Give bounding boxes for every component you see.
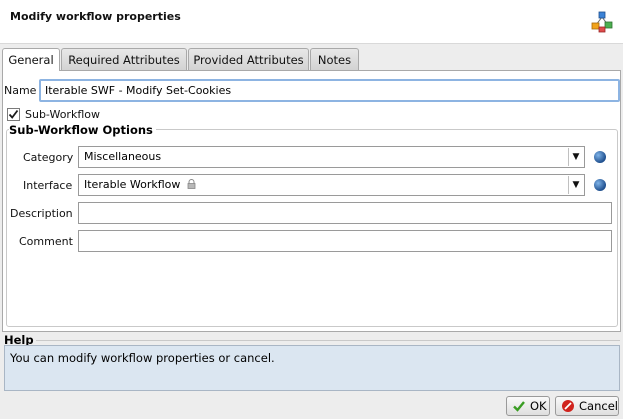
chevron-down-icon[interactable]: ▼	[568, 148, 583, 166]
help-box: You can modify workflow properties or ca…	[4, 345, 620, 391]
ok-button[interactable]: OK	[506, 396, 550, 416]
category-select[interactable]: Miscellaneous ▼	[78, 146, 585, 168]
chevron-down-icon[interactable]: ▼	[568, 176, 583, 194]
name-field[interactable]: Iterable SWF - Modify Set-Cookies	[39, 79, 620, 102]
category-browse-globe-icon[interactable]	[594, 151, 606, 163]
dialog-title: Modify workflow properties	[10, 10, 181, 23]
ok-label: OK	[530, 399, 547, 413]
tab-general[interactable]: General	[2, 48, 60, 71]
interface-value: Iterable Workflow	[84, 178, 196, 191]
checkmark-icon	[8, 109, 19, 119]
help-text: You can modify workflow properties or ca…	[10, 351, 275, 365]
interface-browse-globe-icon[interactable]	[594, 179, 606, 191]
subworkflow-options-title: Sub-Workflow Options	[9, 123, 156, 137]
description-field[interactable]	[78, 202, 612, 224]
cancel-icon	[561, 399, 575, 413]
name-label: Name	[4, 84, 37, 97]
dialog-title-bar: Modify workflow properties	[0, 0, 623, 44]
workflow-diagram-icon	[591, 11, 613, 33]
interface-select[interactable]: Iterable Workflow ▼	[78, 174, 585, 196]
checkmark-icon	[512, 399, 526, 413]
cancel-button[interactable]: Cancel	[555, 396, 619, 416]
category-value: Miscellaneous	[84, 150, 162, 163]
cancel-label: Cancel	[579, 399, 618, 413]
subworkflow-label: Sub-Workflow	[25, 108, 100, 121]
comment-label: Comment	[19, 235, 73, 248]
tab-required-attributes[interactable]: Required Attributes	[61, 48, 187, 70]
help-divider	[36, 340, 620, 341]
subworkflow-checkbox[interactable]	[7, 108, 20, 121]
comment-field[interactable]	[78, 230, 612, 252]
category-label: Category	[23, 151, 74, 164]
description-label: Description	[10, 207, 73, 220]
interface-value-text: Iterable Workflow	[84, 178, 181, 191]
tab-notes[interactable]: Notes	[310, 48, 359, 70]
interface-label: Interface	[23, 179, 73, 192]
lock-icon	[187, 179, 196, 189]
general-panel: Name Iterable SWF - Modify Set-Cookies S…	[2, 70, 621, 332]
tab-provided-attributes[interactable]: Provided Attributes	[188, 48, 309, 70]
